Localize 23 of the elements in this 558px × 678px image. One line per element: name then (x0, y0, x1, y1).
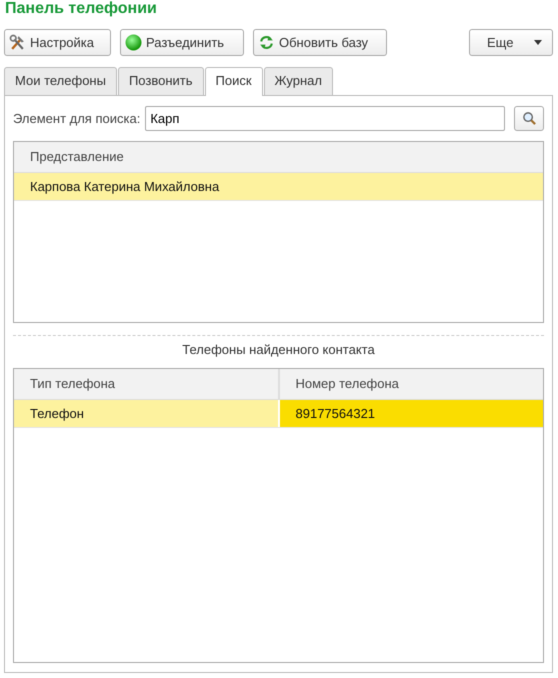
column-header: Представление (29, 148, 125, 166)
tab[interactable]: Журнал (264, 67, 333, 95)
table-row[interactable]: Карпова Катерина Михайловна (14, 173, 543, 201)
toolbar-button[interactable]: Обновить базу (253, 29, 387, 56)
tools-icon (9, 34, 26, 51)
search-button[interactable] (514, 106, 544, 131)
refresh-icon (258, 34, 275, 51)
search-icon (522, 111, 536, 126)
tab[interactable]: Позвонить (118, 67, 204, 95)
section-caption: Телефоны найденного контакта (181, 341, 376, 359)
toolbar-button[interactable]: Настройка (4, 29, 111, 56)
panel-title: Панель телефонии (4, 0, 158, 19)
search-field[interactable]: Карп (145, 106, 505, 131)
more-button[interactable]: Еще (469, 29, 553, 56)
toolbar-button[interactable]: Разъединить (120, 29, 244, 56)
tab[interactable]: Поиск (204, 67, 263, 96)
status-dot-icon (125, 34, 142, 51)
table-row[interactable]: Телефон 89177564321 (14, 400, 543, 428)
tab[interactable]: Мои телефоны (4, 67, 117, 95)
caret-icon (534, 40, 542, 45)
column-header: Номер телефона (294, 375, 400, 393)
table-cell: 89177564321 (280, 400, 543, 427)
search-label: Элемент для поиска: (13, 111, 140, 126)
